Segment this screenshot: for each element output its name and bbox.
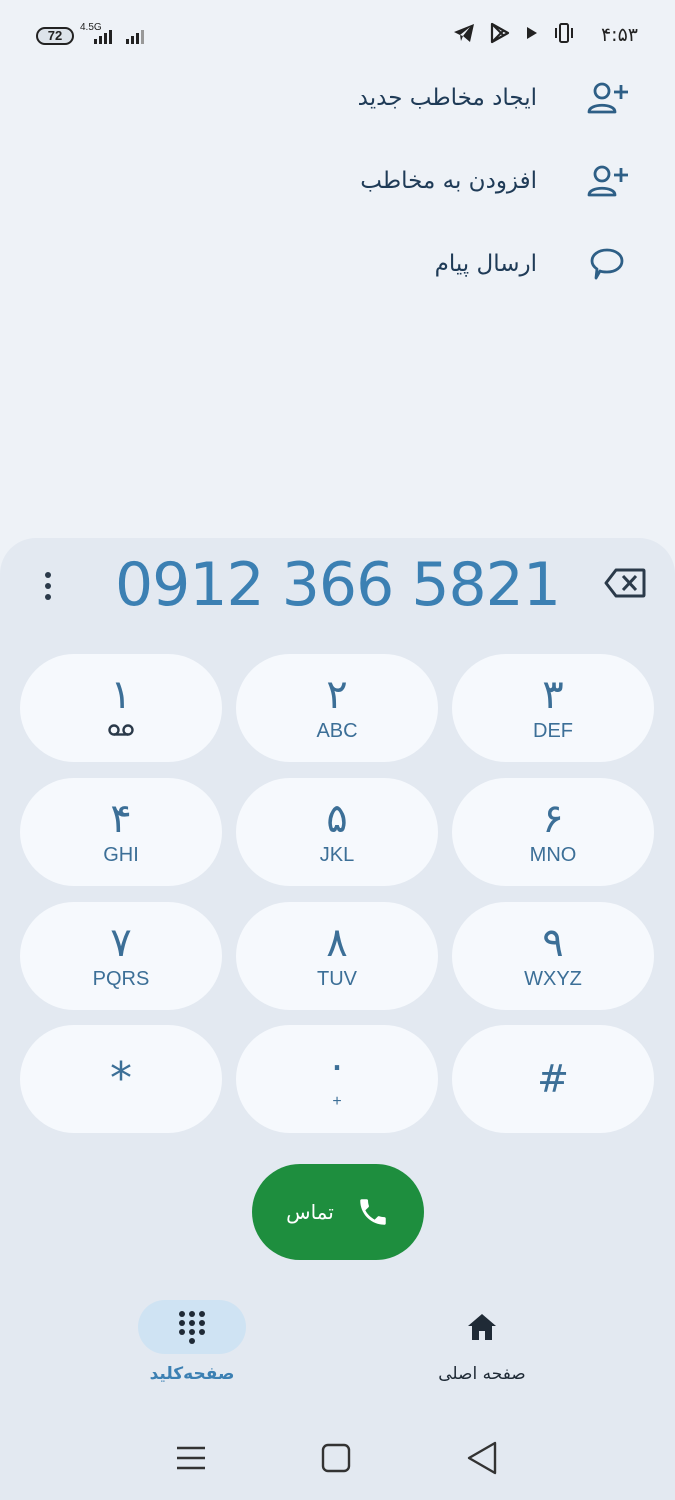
send-message-label: ارسال پیام xyxy=(434,251,537,277)
key-1[interactable]: ۱ xyxy=(20,654,222,762)
home-icon xyxy=(428,1300,536,1354)
dialed-number[interactable]: 0912 366 5821 xyxy=(100,550,575,620)
key-hash[interactable]: # xyxy=(452,1025,654,1133)
more-options-icon[interactable] xyxy=(34,568,62,604)
create-contact-action[interactable]: ایجاد مخاطب جدید xyxy=(215,68,635,128)
nav-keypad-label: صفحه‌کلید xyxy=(149,1364,235,1384)
dialer-screen: 72 4.5G ۴:۵۳ ایجاد مخاطب جدید افزودن به … xyxy=(0,0,675,1500)
key-5[interactable]: ۵ JKL xyxy=(236,778,438,886)
keypad-icon xyxy=(138,1300,246,1354)
message-icon xyxy=(579,236,635,292)
key-2[interactable]: ۲ ABC xyxy=(236,654,438,762)
battery-indicator: 72 xyxy=(36,27,74,45)
key-3[interactable]: ۳ DEF xyxy=(452,654,654,762)
key-digit: ۹ xyxy=(542,920,564,966)
recents-icon[interactable] xyxy=(171,1438,211,1478)
nav-home-label: صفحه اصلی xyxy=(438,1364,526,1384)
key-digit: ۵ xyxy=(326,796,348,842)
key-digit: ۳ xyxy=(542,672,564,718)
clock: ۴:۵۳ xyxy=(600,24,638,46)
key-letters: ABC xyxy=(316,720,358,742)
key-digit: * xyxy=(110,1053,132,1104)
key-digit: ۰ xyxy=(326,1043,348,1089)
play-store-icon xyxy=(490,22,510,44)
person-add-icon xyxy=(579,70,635,126)
key-digit: ۱ xyxy=(110,672,132,718)
nav-keypad[interactable]: صفحه‌کلید xyxy=(122,1300,262,1400)
key-0[interactable]: ۰ + xyxy=(236,1025,438,1133)
signal-icon-2 xyxy=(126,28,144,44)
key-digit: ۲ xyxy=(326,672,348,718)
call-button[interactable]: تماس xyxy=(252,1164,424,1260)
key-letters: GHI xyxy=(103,844,139,866)
dialer-panel: 0912 366 5821 ۱ ۲ ABC ۳ DEF ۴ GHI ۵ JKL … xyxy=(0,538,675,1500)
telegram-icon xyxy=(454,24,474,42)
backspace-icon[interactable] xyxy=(604,568,646,602)
key-digit: # xyxy=(537,1057,569,1101)
key-digit: ۶ xyxy=(542,796,564,842)
number-row: 0912 366 5821 xyxy=(0,538,675,634)
key-6[interactable]: ۶ MNO xyxy=(452,778,654,886)
key-letters: DEF xyxy=(533,720,573,742)
key-4[interactable]: ۴ GHI xyxy=(20,778,222,886)
send-message-action[interactable]: ارسال پیام xyxy=(215,234,635,294)
vibrate-icon xyxy=(555,23,573,43)
create-contact-label: ایجاد مخاطب جدید xyxy=(357,85,537,111)
back-icon[interactable] xyxy=(462,1438,502,1478)
status-bar: 72 4.5G ۴:۵۳ xyxy=(0,0,675,72)
add-to-contact-action[interactable]: افزودن به مخاطب xyxy=(215,151,635,211)
key-letters: PQRS xyxy=(92,968,150,990)
key-letters: TUV xyxy=(317,968,357,990)
voicemail-icon xyxy=(107,719,135,743)
key-9[interactable]: ۹ WXYZ xyxy=(452,902,654,1010)
key-letters: + xyxy=(332,1093,342,1110)
notification-icons xyxy=(453,22,575,44)
key-digit: ۸ xyxy=(326,920,348,966)
person-add-icon xyxy=(579,153,635,209)
nav-home[interactable]: صفحه اصلی xyxy=(412,1300,552,1400)
key-letters: JKL xyxy=(319,844,355,866)
phone-icon xyxy=(360,1199,386,1225)
key-8[interactable]: ۸ TUV xyxy=(236,902,438,1010)
key-letters: WXYZ xyxy=(524,968,582,990)
home-button-icon[interactable] xyxy=(316,1438,356,1478)
key-digit: ۴ xyxy=(110,796,132,842)
key-digit: ۷ xyxy=(110,920,132,966)
key-star[interactable]: * xyxy=(20,1025,222,1133)
call-label: تماس xyxy=(286,1200,334,1224)
signal-icon xyxy=(94,28,112,44)
system-navigation-bar xyxy=(0,1418,675,1498)
play-icon xyxy=(527,27,537,39)
key-letters: MNO xyxy=(529,844,577,866)
add-to-contact-label: افزودن به مخاطب xyxy=(360,168,537,194)
key-7[interactable]: ۷ PQRS xyxy=(20,902,222,1010)
